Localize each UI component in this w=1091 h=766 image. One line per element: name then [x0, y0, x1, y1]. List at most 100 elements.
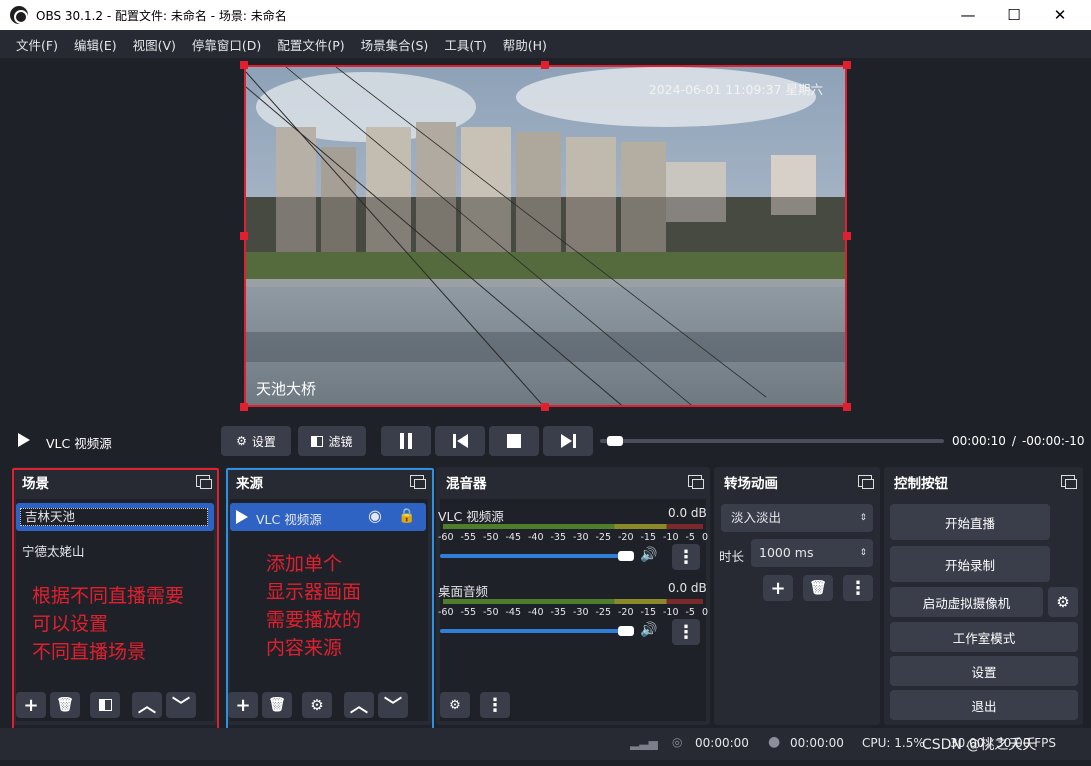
stop-button[interactable] — [489, 426, 539, 456]
duration-spinbox[interactable]: 1000 ms ⇕ — [751, 539, 873, 567]
minimize-button[interactable]: — — [945, 0, 991, 30]
meter-tick: -15 — [640, 607, 657, 618]
meter-tick: -25 — [595, 532, 612, 543]
volume-slider[interactable] — [440, 629, 628, 633]
filters-button[interactable]: 滤镜 — [298, 426, 366, 456]
resize-handle[interactable] — [843, 403, 851, 411]
resize-handle[interactable] — [843, 232, 851, 240]
channel-menu-button[interactable]: ⋮ — [672, 544, 700, 570]
settings-control-button[interactable]: 设置 — [890, 656, 1078, 686]
exit-button[interactable]: 退出 — [890, 690, 1078, 720]
more-vertical-icon: ⋮ — [849, 577, 867, 599]
start-virtual-camera-button[interactable]: 启动虚拟摄像机 — [890, 587, 1043, 617]
volume-slider-handle[interactable] — [618, 626, 634, 636]
status-bar: ▂▃▅ ◎ 00:00:00 ● 00:00:00 CPU: 1.5% 30.0… — [0, 728, 1091, 760]
seek-handle[interactable] — [606, 436, 623, 446]
meter-tick: -10 — [663, 532, 679, 543]
menu-view[interactable]: 视图(V) — [125, 35, 184, 54]
menu-docks[interactable]: 停靠窗口(D) — [184, 35, 269, 54]
channel-menu-button[interactable]: ⋮ — [672, 619, 700, 645]
advanced-audio-button[interactable]: ⚙ — [440, 692, 470, 718]
transition-properties-button[interactable]: ⋮ — [843, 575, 873, 601]
mixer-channel-db: 0.0 dB — [668, 581, 707, 595]
previous-button[interactable] — [435, 426, 485, 456]
transition-select-value: 淡入淡出 — [731, 510, 782, 525]
settings-button[interactable]: ⚙ 设置 — [221, 426, 291, 456]
volume-slider-handle[interactable] — [618, 551, 634, 561]
undock-icon[interactable] — [1061, 475, 1077, 489]
obs-logo-icon — [10, 6, 28, 24]
more-vertical-icon: ⋮ — [486, 694, 504, 716]
media-time: 00:00:10 / -00:00:-10 — [952, 434, 1085, 448]
duration-value: 1000 ms — [759, 545, 814, 560]
meter-tick: 0 — [701, 607, 708, 618]
mixer-channel-name: VLC 视频源 — [438, 509, 504, 524]
play-icon[interactable] — [18, 433, 30, 447]
resize-handle[interactable] — [541, 61, 549, 69]
start-recording-button[interactable]: 开始录制 — [890, 546, 1050, 582]
title-bar: OBS 30.1.2 - 配置文件: 未命名 - 场景: 未命名 — ☐ ✕ — [0, 0, 1091, 30]
filter-icon — [311, 435, 324, 447]
remove-transition-button[interactable]: 🗑 — [803, 575, 833, 601]
record-time: 00:00:00 — [790, 736, 844, 750]
menu-file[interactable]: 文件(F) — [8, 35, 66, 54]
updown-arrow-icon: ⇕ — [859, 513, 867, 523]
time-remaining: -00:00:-10 — [1021, 434, 1085, 448]
resize-handle[interactable] — [240, 232, 248, 240]
scenes-annotation-text: 根据不同直播需要 可以设置 不同直播场景 — [32, 582, 184, 666]
trash-icon: 🗑 — [809, 580, 827, 596]
controls-title: 控制按钮 — [894, 476, 948, 492]
menu-help[interactable]: 帮助(H) — [495, 35, 555, 54]
undock-icon[interactable] — [688, 475, 704, 489]
next-button[interactable] — [543, 426, 593, 456]
meter-tick: -35 — [550, 532, 567, 543]
resize-handle[interactable] — [843, 61, 851, 69]
transitions-title: 转场动画 — [724, 476, 778, 492]
menu-tools[interactable]: 工具(T) — [436, 35, 494, 54]
add-transition-button[interactable]: + — [763, 575, 793, 601]
mixer-menu-button[interactable]: ⋮ — [480, 692, 510, 718]
volume-meter — [443, 524, 703, 529]
studio-mode-button[interactable]: 工作室模式 — [890, 622, 1078, 652]
menu-profile[interactable]: 配置文件(P) — [269, 35, 352, 54]
volume-slider[interactable] — [440, 554, 628, 558]
gear-icon: ⚙ — [236, 434, 247, 448]
annotation-line: 添加单个 — [266, 553, 343, 575]
stream-time: 00:00:00 — [695, 736, 749, 750]
window-title: OBS 30.1.2 - 配置文件: 未命名 - 场景: 未命名 — [36, 8, 287, 23]
speaker-icon[interactable]: 🔊 — [640, 622, 657, 638]
annotation-line: 根据不同直播需要 — [32, 585, 185, 607]
gears-icon: ⚙ — [449, 697, 461, 713]
network-bars-icon: ▂▃▅ — [630, 736, 658, 750]
transition-select[interactable]: 淡入淡出 ⇕ — [721, 504, 873, 532]
resize-handle[interactable] — [240, 61, 248, 69]
menu-bar: 文件(F) 编辑(E) 视图(V) 停靠窗口(D) 配置文件(P) 场景集合(S… — [0, 30, 1091, 58]
preview-image — [246, 67, 845, 405]
resize-handle[interactable] — [240, 403, 248, 411]
media-source-name: VLC 视频源 — [46, 436, 112, 451]
preview-canvas[interactable]: 2024-06-01 11:09:37 星期六 天池大桥 — [244, 65, 847, 407]
annotation-line: 内容来源 — [266, 637, 343, 659]
speaker-icon[interactable]: 🔊 — [640, 547, 657, 563]
meter-tick: -50 — [483, 607, 499, 618]
duration-label: 时长 — [719, 549, 745, 564]
start-streaming-button[interactable]: 开始直播 — [890, 504, 1050, 540]
meter-tick: -55 — [460, 607, 477, 618]
media-seek-bar[interactable] — [600, 436, 944, 446]
menu-scene-collection[interactable]: 场景集合(S) — [353, 35, 437, 54]
meter-tick: -60 — [438, 532, 454, 543]
close-button[interactable]: ✕ — [1037, 0, 1083, 30]
maximize-button[interactable]: ☐ — [991, 0, 1037, 30]
resize-handle[interactable] — [541, 403, 549, 411]
annotation-line: 需要播放的 — [266, 609, 362, 631]
annotation-line: 不同直播场景 — [32, 641, 147, 663]
undock-icon[interactable] — [858, 475, 874, 489]
stop-icon — [507, 434, 521, 448]
meter-tick: -25 — [595, 607, 612, 618]
csdn-watermark: CSDN @桃之夭夭 — [922, 737, 1037, 753]
pause-button[interactable] — [381, 426, 431, 456]
virtual-camera-settings-button[interactable]: ⚙ — [1048, 587, 1078, 617]
menu-edit[interactable]: 编辑(E) — [66, 35, 125, 54]
spin-arrows-icon[interactable]: ⇕ — [859, 539, 867, 567]
meter-tick: -45 — [505, 607, 522, 618]
